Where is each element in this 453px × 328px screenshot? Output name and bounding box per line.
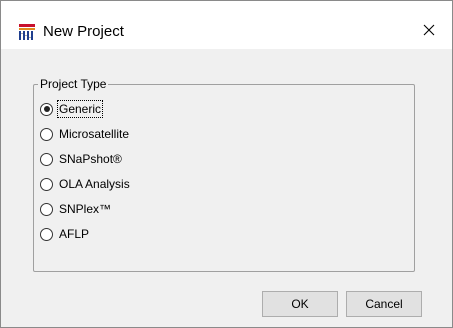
radio-label-snplex: SNPlex™ [59, 202, 112, 216]
radio-button-selected[interactable] [40, 102, 53, 116]
radio-button[interactable] [40, 202, 53, 216]
radio-button[interactable] [40, 227, 53, 241]
project-type-group: Project Type Generic Microsatellite SNaP… [33, 76, 415, 272]
radio-ola-analysis[interactable]: OLA Analysis [40, 175, 131, 193]
grid-app-icon [19, 24, 35, 40]
new-project-dialog: New Project Project Type Generic Microsa… [0, 0, 453, 328]
radio-aflp[interactable]: AFLP [40, 225, 90, 243]
cancel-button[interactable]: Cancel [346, 291, 422, 317]
radio-generic[interactable]: Generic [40, 100, 104, 118]
title-bar: New Project [1, 1, 452, 49]
radio-snplex[interactable]: SNPlex™ [40, 200, 112, 218]
dialog-body: Project Type Generic Microsatellite SNaP… [1, 49, 452, 327]
ok-button[interactable]: OK [262, 291, 338, 317]
project-type-legend: Project Type [38, 76, 109, 92]
window-title: New Project [43, 23, 124, 40]
radio-button[interactable] [40, 127, 53, 141]
radio-label-generic: Generic [56, 100, 104, 118]
radio-label-aflp: AFLP [59, 227, 90, 241]
radio-label-snapshot: SNaPshot® [59, 152, 122, 166]
radio-label-ola-analysis: OLA Analysis [59, 177, 130, 191]
close-icon [423, 24, 435, 36]
radio-snapshot[interactable]: SNaPshot® [40, 150, 123, 168]
radio-microsatellite[interactable]: Microsatellite [40, 125, 130, 143]
radio-button[interactable] [40, 152, 53, 166]
radio-button[interactable] [40, 177, 53, 191]
radio-label-microsatellite: Microsatellite [59, 127, 130, 141]
close-button[interactable] [406, 11, 452, 49]
